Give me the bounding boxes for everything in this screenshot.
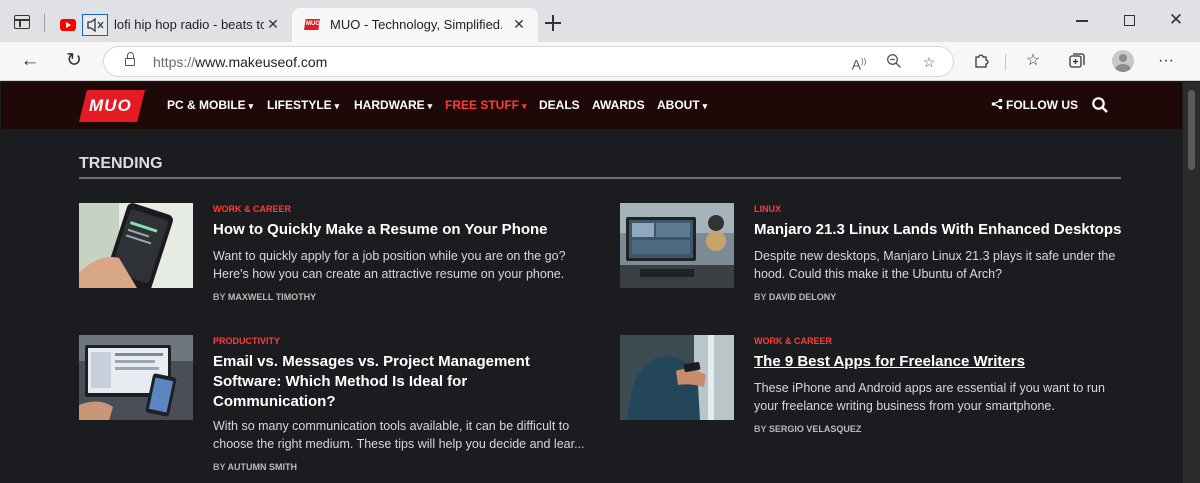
chevron-down-icon: ▾ — [702, 101, 708, 111]
article-card[interactable]: WORK & CAREER The 9 Best Apps for Freela… — [620, 335, 1140, 445]
search-icon[interactable] — [1091, 96, 1109, 114]
article-byline: BY DAVID DELONY — [754, 292, 836, 302]
more-options-icon[interactable]: ··· — [1156, 51, 1176, 71]
logo-text: MUO — [89, 96, 132, 115]
read-aloud-icon[interactable]: A)) — [850, 53, 868, 73]
byline-prefix: BY — [213, 292, 226, 302]
collections-icon[interactable] — [1067, 51, 1087, 71]
url-host: www.makeuseof.com — [195, 54, 328, 70]
article-category[interactable]: PRODUCTIVITY — [213, 336, 280, 346]
site-header: MUO PC & MOBILE ▾ LIFESTYLE ▾ HARDWARE ▾ FR… — [1, 82, 1182, 129]
mute-tab-button[interactable] — [82, 14, 108, 36]
article-category[interactable]: WORK & CAREER — [213, 204, 291, 214]
close-tab-icon[interactable]: ✕ — [264, 15, 282, 33]
youtube-icon — [60, 19, 76, 31]
toolbar-divider — [1005, 54, 1006, 70]
tab-muo[interactable]: MUO - Technology, Simplified. ✕ — [292, 8, 538, 42]
article-card[interactable]: LINUX Manjaro 21.3 Linux Lands With Enha… — [620, 203, 1140, 313]
tab-title: MUO - Technology, Simplified. — [330, 17, 502, 32]
byline-prefix: BY — [754, 292, 767, 302]
follow-label: FOLLOW US — [1006, 98, 1078, 112]
nav-hardware[interactable]: HARDWARE ▾ — [354, 98, 432, 112]
muo-favicon-icon — [304, 19, 320, 30]
new-tab-icon[interactable] — [544, 14, 562, 32]
article-thumbnail[interactable] — [620, 203, 734, 288]
minimize-icon[interactable] — [1076, 20, 1088, 22]
nav-label: FREE STUFF — [445, 98, 519, 112]
extensions-icon[interactable] — [972, 51, 992, 71]
browser-toolbar: ← ↻ https://www.makeuseof.com A)) ☆ ☆ ··… — [0, 42, 1200, 81]
article-description: Despite new desktops, Manjaro Linux 21.3… — [754, 249, 1116, 281]
nav-about[interactable]: ABOUT ▾ — [657, 98, 707, 112]
article-author[interactable]: AUTUMN SMITH — [228, 462, 298, 472]
article-category[interactable]: WORK & CAREER — [754, 336, 832, 346]
byline-prefix: BY — [213, 462, 226, 472]
article-thumbnail[interactable] — [620, 335, 734, 420]
window-close-icon[interactable]: ✕ — [1166, 10, 1186, 30]
article-author[interactable]: SERGIO VELASQUEZ — [769, 424, 862, 434]
article-description: With so many communication tools availab… — [213, 419, 585, 451]
article-author[interactable]: DAVID DELONY — [769, 292, 836, 302]
article-title[interactable]: Manjaro 21.3 Linux Lands With Enhanced D… — [754, 220, 1130, 240]
article-title[interactable]: Email vs. Messages vs. Project Managemen… — [213, 352, 589, 412]
nav-free-stuff[interactable]: FREE STUFF ▾ — [445, 98, 527, 112]
article-title[interactable]: The 9 Best Apps for Freelance Writers — [754, 352, 1130, 372]
article-thumbnail[interactable] — [79, 203, 193, 288]
byline-prefix: BY — [754, 424, 767, 434]
back-arrow-icon[interactable]: ← — [18, 50, 42, 72]
nav-label: HARDWARE — [354, 98, 425, 112]
article-description: These iPhone and Android apps are essent… — [754, 381, 1105, 413]
profile-avatar[interactable] — [1112, 50, 1134, 72]
chevron-down-icon: ▾ — [248, 101, 254, 111]
tab-strip: lofi hip hop radio - beats to ✕ MUO - Te… — [0, 0, 1200, 42]
article-card[interactable]: WORK & CAREER How to Quickly Make a Resu… — [79, 203, 599, 313]
add-favorite-icon[interactable]: ☆ — [920, 53, 938, 71]
article-category[interactable]: LINUX — [754, 204, 781, 214]
tab-actions-icon[interactable] — [14, 15, 30, 29]
nav-deals[interactable]: DEALS — [539, 98, 580, 112]
lock-icon[interactable] — [125, 52, 135, 66]
tab-title: lofi hip hop radio - beats to — [114, 17, 264, 32]
article-byline: BY MAXWELL TIMOTHY — [213, 292, 316, 302]
muo-logo[interactable]: MUO — [79, 90, 145, 122]
chevron-down-icon: ▾ — [522, 101, 527, 111]
section-divider — [79, 177, 1121, 179]
nav-label: AWARDS — [592, 98, 645, 112]
nav-label: DEALS — [539, 98, 580, 112]
zoom-out-icon[interactable] — [885, 53, 903, 71]
url-scheme: https:// — [153, 54, 196, 70]
nav-awards[interactable]: AWARDS — [592, 98, 645, 112]
chevron-down-icon: ▾ — [334, 101, 340, 111]
muted-speaker-icon — [87, 17, 104, 33]
article-description: Want to quickly apply for a job position… — [213, 249, 566, 281]
url-text[interactable]: https://www.makeuseof.com — [153, 54, 327, 70]
nav-label: LIFESTYLE — [267, 98, 332, 112]
chevron-down-icon: ▾ — [427, 101, 433, 111]
article-thumbnail[interactable] — [79, 335, 193, 420]
nav-lifestyle[interactable]: LIFESTYLE ▾ — [267, 98, 339, 112]
tab-lofi[interactable]: lofi hip hop radio - beats to ✕ — [52, 8, 288, 42]
share-icon — [991, 98, 1003, 110]
article-author[interactable]: MAXWELL TIMOTHY — [228, 292, 316, 302]
follow-us-button[interactable]: FOLLOW US — [991, 98, 1078, 112]
nav-label: ABOUT — [657, 98, 700, 112]
article-card[interactable]: PRODUCTIVITY Email vs. Messages vs. Proj… — [79, 335, 599, 475]
article-title[interactable]: How to Quickly Make a Resume on Your Pho… — [213, 220, 589, 240]
article-byline: BY AUTUMN SMITH — [213, 462, 297, 472]
tab-divider — [44, 14, 45, 32]
article-byline: BY SERGIO VELASQUEZ — [754, 424, 861, 434]
refresh-icon[interactable]: ↻ — [62, 50, 86, 72]
address-bar[interactable]: https://www.makeuseof.com A)) ☆ — [103, 46, 954, 77]
page-scrollbar[interactable] — [1183, 82, 1200, 483]
nav-pc-mobile[interactable]: PC & MOBILE ▾ — [167, 98, 253, 112]
close-tab-icon[interactable]: ✕ — [510, 15, 528, 33]
section-title: TRENDING — [79, 155, 163, 172]
maximize-icon[interactable] — [1124, 15, 1135, 26]
favorites-icon[interactable]: ☆ — [1023, 51, 1043, 71]
nav-label: PC & MOBILE — [167, 98, 246, 112]
